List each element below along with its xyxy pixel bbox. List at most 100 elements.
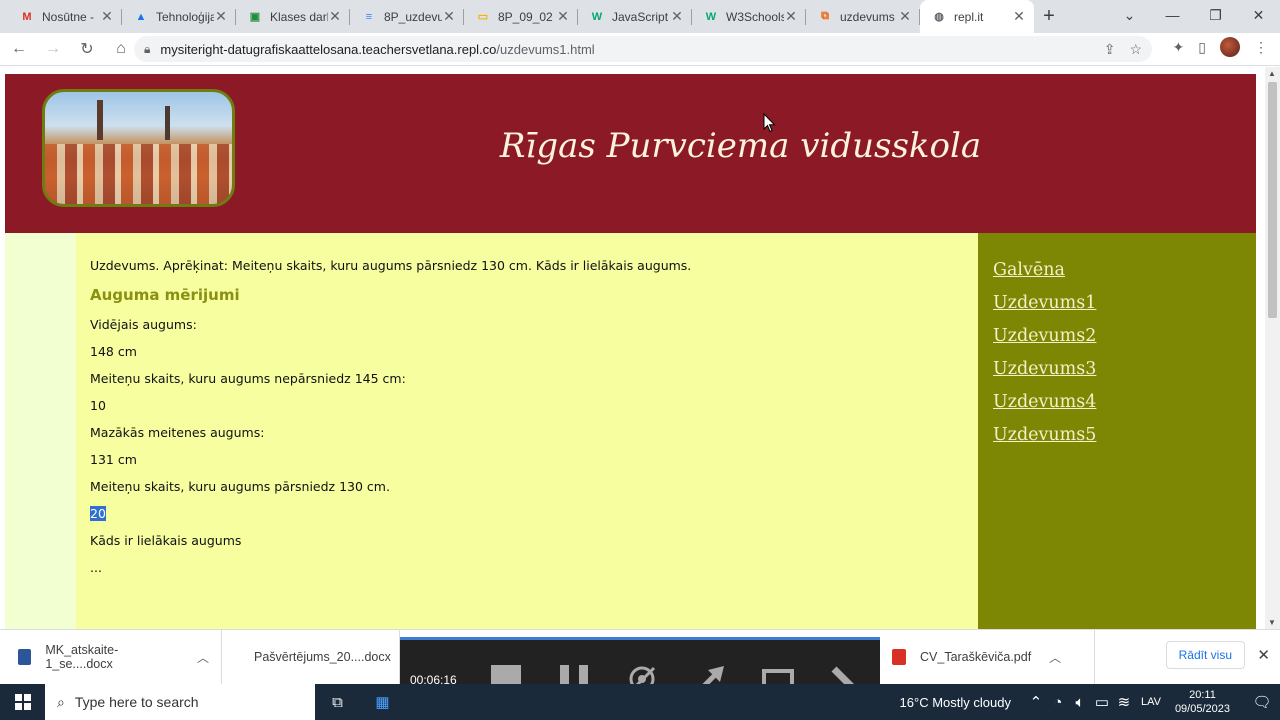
taskbar-search[interactable]: ⌕ Type here to search (45, 684, 315, 720)
volume-icon[interactable]: 🔈︎ (1069, 684, 1091, 720)
browser-toolbar: ← → ↻ ⌂ 🔒︎ mysiteright-datugrafiskaattel… (0, 33, 1280, 66)
result-line: Meiteņu skaits, kuru augums nepārsniedz … (90, 371, 406, 386)
tab-3[interactable]: ≡ 8P_uzdevu ✕ (350, 0, 464, 33)
nav-link-5[interactable]: Uzdevums5 (993, 424, 1256, 447)
nav-link-2[interactable]: Uzdevums2 (993, 325, 1256, 348)
wifi-icon[interactable]: ≋ (1113, 684, 1135, 720)
scroll-down-arrow-icon[interactable]: ▼ (1268, 618, 1276, 627)
selected-result[interactable]: 20 (90, 506, 978, 521)
clock[interactable]: 20:11 09/05/2023 (1175, 688, 1230, 716)
tab-title: W3Schools (726, 9, 784, 24)
tab-close-icon[interactable]: ✕ (556, 8, 570, 25)
url-path: /uzdevums1.html (496, 41, 595, 57)
close-window-button[interactable]: ✕ (1237, 0, 1280, 30)
page-scrollbar[interactable]: ▲ ▼ (1265, 67, 1280, 629)
weather-text[interactable]: 16°C Mostly cloudy (900, 695, 1011, 710)
after-lines: Kāds ir lielākais augums... (90, 534, 978, 574)
tab-close-icon[interactable]: ✕ (784, 8, 798, 25)
back-button[interactable]: ← (4, 34, 34, 64)
task-view-icon[interactable]: ⧉ (315, 684, 360, 720)
download-item-1[interactable]: Pašvērtējums_20....docx︿ (222, 629, 421, 685)
tab-close-icon[interactable]: ✕ (100, 8, 114, 25)
windows-logo-icon (14, 694, 31, 710)
nav-link-4[interactable]: Uzdevums4 (993, 391, 1256, 414)
tab-list: MNosūtne -✕▲Tehnoloģijas✕▣Klases darb✕≡8… (0, 0, 1034, 33)
site-header: Rīgas Purvciema vidusskola (5, 74, 1256, 233)
show-all-downloads-button[interactable]: Rādīt visu (1165, 641, 1245, 669)
tab-title: JavaScript (612, 9, 669, 24)
reload-button[interactable]: ↻ (72, 34, 102, 64)
sidebar-nav: Galvēna Uzdevums1 Uzdevums2 Uzdevums3 Uzdevu… (978, 233, 1256, 629)
scroll-up-arrow-icon[interactable]: ▲ (1268, 69, 1276, 78)
scrollbar-thumb[interactable] (1268, 82, 1277, 318)
maximize-button[interactable]: ❐ (1194, 0, 1237, 30)
search-icon: ⌕ (57, 693, 65, 710)
minimize-button[interactable]: — (1151, 0, 1194, 30)
w3schools-icon: W (705, 10, 717, 23)
side-panel-icon[interactable]: ▯ (1198, 39, 1206, 56)
tab-close-icon[interactable]: ✕ (442, 8, 456, 25)
web-page: Rīgas Purvciema vidusskola Uzdevums. Apr… (0, 67, 1265, 629)
nav-link-3[interactable]: Uzdevums3 (993, 358, 1256, 381)
tab-title: uzdevums (840, 9, 895, 24)
start-button[interactable] (0, 684, 45, 720)
profile-avatar[interactable] (1220, 37, 1240, 57)
selected-text: 20 (90, 506, 106, 521)
toolbar-right: ✦ ▯ ⋮ (1173, 37, 1268, 57)
slides-icon: ▭ (477, 11, 489, 23)
file-icon (892, 649, 906, 665)
nav-link-1[interactable]: Uzdevums1 (993, 292, 1256, 315)
tab-1[interactable]: ▲ Tehnoloģijas✕ (122, 0, 236, 33)
result-line: ... (90, 560, 102, 575)
tab-8[interactable]: ◍ repl.it ✕ (920, 0, 1034, 33)
store-icon[interactable]: ▦ (360, 684, 405, 720)
forward-button[interactable]: → (38, 34, 68, 64)
result-line: 148 cm (90, 344, 137, 359)
tab-6[interactable]: W W3Schools ✕ (692, 0, 806, 33)
tab-7[interactable]: ⧉ uzdevums ✕ (806, 0, 920, 33)
battery-icon[interactable]: ▭ (1091, 684, 1113, 720)
network-icon[interactable]: ◔ (1047, 684, 1069, 720)
share-icon[interactable]: ⇪ (1104, 41, 1116, 58)
download-item-2[interactable]: CV_Taraškēviča.pdf ︿ (880, 629, 1095, 685)
nav-link-0[interactable]: Galvēna (993, 259, 1256, 282)
tab-title: 8P_uzdevu (384, 9, 442, 24)
tab-strip: MNosūtne -✕▲Tehnoloģijas✕▣Klases darb✕≡8… (0, 0, 1280, 33)
tab-title: Nosūtne - (42, 9, 95, 24)
url-host: mysiteright-datugrafiskaattelosana.teach… (160, 41, 497, 57)
result-lines: Vidējais augums: 148 cm Meiteņu skaits, ku… (90, 318, 978, 493)
file-icon (18, 649, 32, 665)
system-tray: 16°C Mostly cloudy ⌃ ◔ 🔈︎ ▭ ≋ LAV 20:11 … (900, 684, 1280, 720)
docs-icon: ≡ (365, 10, 373, 23)
tab-close-icon[interactable]: ✕ (670, 8, 684, 25)
address-bar[interactable]: 🔒︎ mysiteright-datugrafiskaattelosana.te… (134, 36, 1152, 62)
windows-taskbar: ⌕ Type here to search ⧉ ▦ 16°C Mostly cl… (0, 684, 1280, 720)
chevron-up-icon[interactable]: ︿ (1049, 649, 1061, 666)
tray-chevron-icon[interactable]: ⌃ (1025, 684, 1047, 720)
tab-title: 8P_09_02 (498, 9, 553, 24)
tab-title: repl.it (954, 9, 984, 24)
tab-close-icon[interactable]: ✕ (1012, 8, 1026, 25)
tab-close-icon[interactable]: ✕ (898, 8, 912, 25)
menu-kebab-icon[interactable]: ⋮ (1254, 39, 1268, 56)
notifications-icon[interactable]: 🗨︎ (1244, 684, 1280, 720)
tab-4[interactable]: ▭ 8P_09_02 ✕ (464, 0, 578, 33)
extensions-icon[interactable]: ✦ (1173, 39, 1185, 56)
new-tab-button[interactable]: + (1034, 0, 1064, 33)
omnibox-icons: ⇪ ☆ (1104, 41, 1142, 58)
tab-title: Klases darb (270, 9, 328, 24)
close-downloads-icon[interactable]: ✕ (1257, 646, 1270, 664)
tab-close-icon[interactable]: ✕ (328, 8, 342, 25)
tab-2[interactable]: ▣ Klases darb ✕ (236, 0, 350, 33)
tab-5[interactable]: W JavaScript ✕ (578, 0, 692, 33)
tab-search-icon[interactable]: ⌄ (1108, 0, 1151, 30)
home-button[interactable]: ⌂ (106, 34, 136, 64)
tab-0[interactable]: M Nosūtne - ✕ (8, 0, 122, 33)
tab-close-icon[interactable]: ✕ (214, 8, 228, 25)
section-heading: Auguma mērijumi (90, 286, 240, 304)
bookmark-star-icon[interactable]: ☆ (1129, 41, 1142, 58)
language-indicator[interactable]: LAV (1141, 696, 1161, 708)
chevron-up-icon[interactable]: ︿ (197, 649, 209, 666)
download-item-0[interactable]: MK_atskaite-1_se....docx ︿ (0, 629, 222, 685)
clock-date: 09/05/2023 (1174, 703, 1230, 715)
